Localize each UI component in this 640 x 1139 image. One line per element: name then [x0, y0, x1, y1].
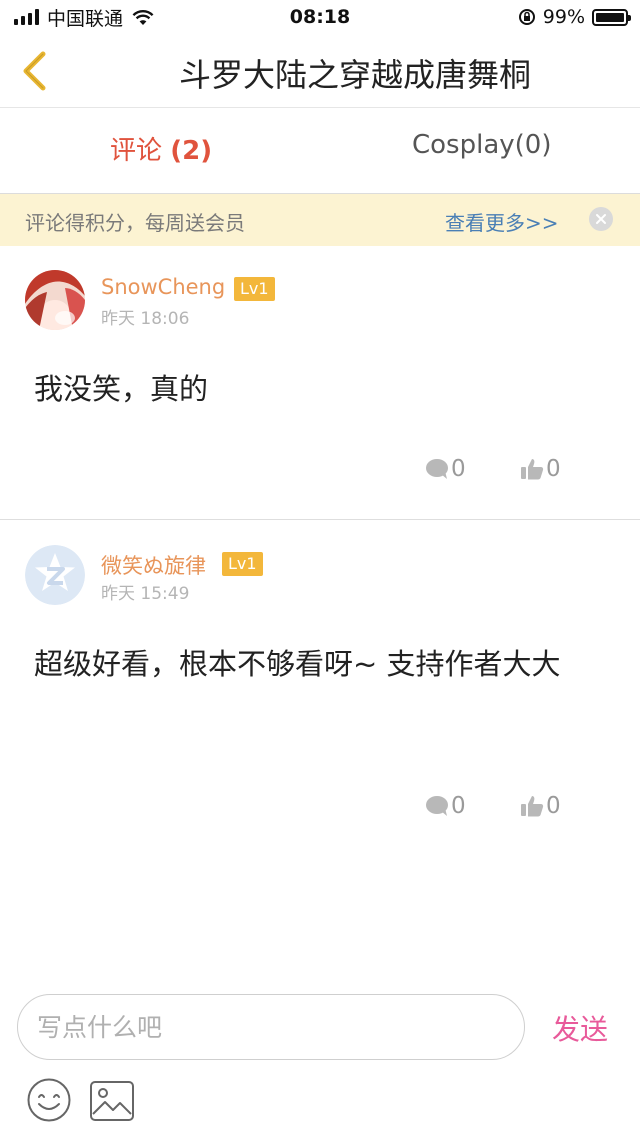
reply-count: 0	[451, 793, 466, 819]
reply-button[interactable]: 0	[425, 456, 466, 482]
comment-item: 微笑ぬ旋律 Lv1 昨天 15:49 超级好看，根本不够看呀~ 支持作者大大 0…	[0, 521, 640, 841]
reply-count: 0	[451, 456, 466, 482]
level-badge: Lv1	[222, 552, 263, 576]
avatar[interactable]	[25, 545, 85, 605]
image-icon	[90, 1081, 134, 1121]
level-badge: Lv1	[234, 277, 275, 301]
comment-username[interactable]: 微笑ぬ旋律	[101, 550, 206, 580]
notice-close-button[interactable]	[589, 207, 613, 231]
comment-bubble-icon	[426, 796, 448, 816]
emoji-icon	[27, 1078, 71, 1122]
tab-comments-count: (2)	[170, 136, 213, 166]
orientation-lock-icon	[518, 9, 535, 25]
notice-banner: 评论得积分，每周送会员 查看更多>>	[0, 194, 640, 246]
thumbs-up-icon	[521, 796, 544, 817]
comment-input-box	[17, 994, 525, 1060]
comment-username[interactable]: SnowCheng	[101, 275, 225, 299]
like-count: 0	[546, 456, 561, 482]
comment-bubble-icon	[426, 459, 448, 479]
comment-text: 超级好看，根本不够看呀~ 支持作者大大	[34, 647, 561, 681]
tab-comments[interactable]: 评论 (2)	[110, 130, 212, 170]
comment-time: 昨天 15:49	[101, 584, 190, 604]
page-title: 斗罗大陆之穿越成唐舞桐	[178, 56, 531, 94]
like-count: 0	[546, 793, 561, 819]
close-icon	[596, 214, 606, 224]
image-button[interactable]	[89, 1080, 135, 1122]
comment-text: 我没笑，真的	[34, 372, 209, 406]
nav-bar: 斗罗大陆之穿越成唐舞桐	[0, 34, 640, 108]
comment-item: SnowCheng Lv1 昨天 18:06 我没笑，真的 0 0	[0, 246, 640, 520]
send-button[interactable]: 发送	[552, 1008, 608, 1048]
notice-more-link[interactable]: 查看更多>>	[445, 207, 559, 236]
back-button[interactable]	[10, 46, 58, 96]
tab-comments-label: 评论	[110, 136, 163, 166]
battery-icon	[592, 8, 631, 26]
chevron-left-icon	[23, 51, 46, 91]
comment-time: 昨天 18:06	[101, 309, 190, 329]
tab-bar: 评论 (2) Cosplay(0)	[0, 108, 640, 194]
thumbs-up-icon	[521, 459, 544, 480]
status-right: 99%	[518, 6, 631, 28]
notice-text: 评论得积分，每周送会员	[25, 211, 245, 235]
emoji-button[interactable]	[26, 1077, 72, 1123]
status-bar: 中国联通 08:18 99%	[0, 0, 640, 34]
like-button[interactable]: 0	[520, 793, 561, 819]
avatar[interactable]	[25, 270, 85, 330]
like-button[interactable]: 0	[520, 456, 561, 482]
reply-button[interactable]: 0	[425, 793, 466, 819]
battery-percent: 99%	[542, 6, 585, 28]
tab-cosplay[interactable]: Cosplay(0)	[412, 130, 551, 170]
comment-input[interactable]	[18, 995, 524, 1059]
